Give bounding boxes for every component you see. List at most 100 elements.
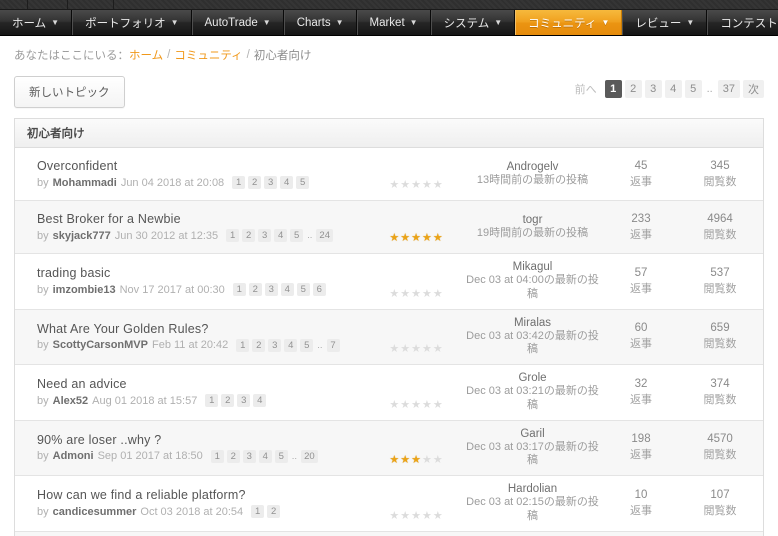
- topic-author-link[interactable]: Mohammadi: [53, 177, 117, 189]
- topic-title-link[interactable]: What Are Your Golden Rules?: [37, 322, 362, 336]
- topic-title-link[interactable]: Need an advice: [37, 377, 362, 391]
- star-rating[interactable]: ★ ★ ★ ★ ★: [389, 510, 442, 522]
- table-row[interactable]: 90% are loser ..why ? by Admoni Sep 01 2017…: [15, 420, 763, 476]
- new-topic-button[interactable]: 新しいトピック: [14, 76, 125, 108]
- topic-page-link[interactable]: 4: [253, 394, 267, 408]
- pagination-page-37[interactable]: 37: [717, 80, 740, 98]
- last-post-author-link[interactable]: togr: [464, 214, 601, 226]
- table-row[interactable]: Best Broker for a Newbie by skyjack777 Jun …: [15, 201, 763, 254]
- topic-page-link[interactable]: 5: [274, 449, 288, 463]
- topic-page-link[interactable]: 3: [268, 338, 282, 352]
- topic-title-link[interactable]: How can we find a reliable platform?: [37, 488, 362, 502]
- topic-page-link[interactable]: 4: [280, 176, 294, 189]
- breadcrumb-link-community[interactable]: コミュニティ: [174, 47, 242, 63]
- topic-title-link[interactable]: Overconfident: [37, 159, 362, 173]
- breadcrumb-link-home[interactable]: ホーム: [129, 47, 163, 63]
- topic-page-link[interactable]: 2: [248, 283, 262, 297]
- topic-page-link[interactable]: 1: [236, 338, 250, 352]
- topic-author-link[interactable]: imzombie13: [53, 284, 116, 296]
- topic-author-link[interactable]: skyjack777: [53, 230, 111, 242]
- topic-page-link[interactable]: 2: [221, 394, 235, 408]
- star-rating[interactable]: ★ ★ ★ ★ ★: [389, 344, 442, 355]
- replies-label: 返事: [630, 175, 652, 188]
- topic-page-link-last[interactable]: 7: [326, 338, 340, 352]
- last-post-author-link[interactable]: Mikagul: [464, 261, 601, 273]
- topic-page-link[interactable]: 3: [242, 449, 256, 463]
- topic-by-label: by: [37, 394, 49, 407]
- views-label: 閲覧数: [703, 228, 737, 241]
- topic-page-link[interactable]: 6: [312, 283, 326, 297]
- table-row[interactable]: Overconfident by Mohammadi Jun 04 2018 at 2…: [15, 148, 763, 201]
- topic-page-link[interactable]: 4: [258, 449, 272, 463]
- nav-autotrade[interactable]: AutoTrade ▼: [191, 10, 284, 35]
- topic-page-link[interactable]: 5: [290, 229, 304, 242]
- topic-page-link[interactable]: 1: [232, 283, 246, 297]
- table-row[interactable]: How can we find a reliable platform? by ca…: [15, 476, 763, 532]
- last-post-author-link[interactable]: Miralas: [464, 317, 601, 329]
- topic-page-link-last[interactable]: 20: [301, 449, 318, 463]
- topic-page-link[interactable]: 3: [237, 394, 251, 408]
- nav-item-label: ポートフォリオ: [85, 17, 166, 30]
- last-post-author-link[interactable]: Grole: [464, 372, 601, 384]
- nav-community[interactable]: コミュニティ ▼: [515, 10, 623, 35]
- topic-page-link[interactable]: 5: [296, 283, 310, 297]
- topic-author-link[interactable]: candicesummer: [53, 506, 137, 518]
- last-post-cell: Grole Dec 03 at 03:21の最新の投稿: [460, 365, 605, 420]
- pagination-page-2[interactable]: 2: [624, 80, 642, 98]
- pagination-page-1[interactable]: 1: [604, 80, 622, 98]
- topic-page-link[interactable]: 1: [226, 229, 240, 242]
- topic-page-link-last[interactable]: 24: [316, 229, 333, 242]
- topic-page-link[interactable]: 4: [284, 338, 298, 352]
- topic-page-link[interactable]: 1: [251, 505, 265, 519]
- pagination-next[interactable]: 次: [743, 80, 764, 98]
- topic-cell: Entry and Exit IndicatorsbyNeuroticTrade…: [15, 532, 372, 536]
- topic-author-link[interactable]: Alex52: [53, 395, 88, 407]
- star-rating[interactable]: ★ ★ ★ ★ ★: [389, 399, 442, 411]
- topic-page-link[interactable]: 2: [248, 176, 262, 189]
- nav-home[interactable]: ホーム ▼: [0, 10, 73, 35]
- topic-author-link[interactable]: Admoni: [53, 450, 94, 462]
- topic-page-link[interactable]: 4: [274, 229, 288, 242]
- topic-page-link[interactable]: 1: [205, 394, 219, 408]
- pagination-page-4[interactable]: 4: [664, 80, 682, 98]
- last-post-author-link[interactable]: Androgelv: [464, 161, 601, 173]
- pagination-ellipsis: ..: [706, 83, 713, 95]
- nav-charts[interactable]: Charts ▼: [283, 10, 357, 35]
- table-row[interactable]: What Are Your Golden Rules? by ScottyCarso…: [15, 309, 763, 365]
- nav-system[interactable]: システム ▼: [430, 10, 516, 35]
- star-rating[interactable]: ★ ★ ★ ★ ★: [389, 288, 442, 300]
- topic-page-link[interactable]: 2: [226, 449, 240, 463]
- topic-page-link[interactable]: 1: [232, 176, 246, 189]
- topic-page-link[interactable]: 2: [267, 505, 281, 519]
- topic-author-link[interactable]: ScottyCarsonMVP: [53, 339, 148, 351]
- nav-contests[interactable]: コンテスト▼: [707, 10, 778, 35]
- star-rating[interactable]: ★ ★ ★ ★ ★: [389, 180, 442, 191]
- topic-page-link[interactable]: 3: [264, 176, 278, 189]
- table-row[interactable]: trading basic by imzombie13 Nov 17 2017 at …: [15, 254, 763, 310]
- topic-page-link[interactable]: 4: [280, 283, 294, 297]
- topic-page-link[interactable]: 3: [258, 229, 272, 242]
- topic-page-link[interactable]: 3: [264, 283, 278, 297]
- table-row[interactable]: Need an advice by Alex52 Aug 01 2018 at 15:…: [15, 365, 763, 421]
- last-post-author-link[interactable]: Hardolian: [464, 483, 601, 495]
- topic-title-link[interactable]: 90% are loser ..why ?: [37, 433, 362, 447]
- topic-page-link[interactable]: 2: [252, 338, 266, 352]
- star-rating[interactable]: ★ ★ ★ ★ ★: [389, 455, 442, 466]
- topic-title-link[interactable]: Best Broker for a Newbie: [37, 212, 362, 226]
- chevron-down-icon: ▼: [51, 17, 60, 27]
- pagination-page-5[interactable]: 5: [684, 80, 702, 98]
- star-icon: ★: [389, 454, 400, 466]
- topic-page-link[interactable]: 2: [242, 229, 256, 242]
- topic-page-link[interactable]: 5: [296, 176, 310, 189]
- star-rating[interactable]: ★ ★ ★ ★ ★: [389, 233, 442, 244]
- nav-portfolio[interactable]: ポートフォリオ ▼: [72, 10, 192, 35]
- views-cell: 525閲覧数: [677, 532, 763, 536]
- topic-title-link[interactable]: trading basic: [37, 266, 362, 280]
- topic-page-link[interactable]: 5: [300, 338, 314, 352]
- last-post-author-link[interactable]: Garil: [464, 428, 601, 440]
- table-row[interactable]: Entry and Exit IndicatorsbyNeuroticTrade…: [15, 531, 763, 536]
- topic-page-link[interactable]: 1: [210, 449, 224, 463]
- nav-reviews[interactable]: レビュー ▼: [622, 10, 708, 35]
- pagination-page-3[interactable]: 3: [644, 80, 662, 98]
- nav-market[interactable]: Market ▼: [356, 10, 431, 35]
